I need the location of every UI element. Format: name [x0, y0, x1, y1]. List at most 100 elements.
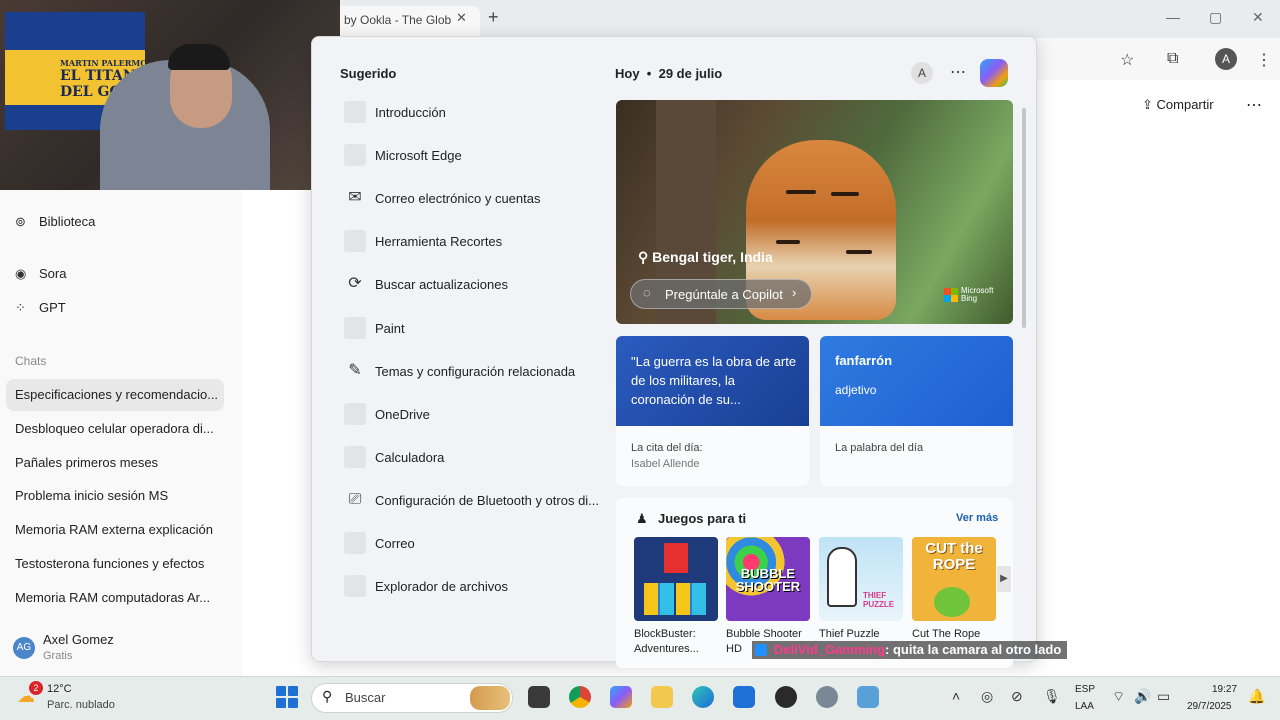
tiger-stripe [831, 192, 859, 196]
share-icon: ⇪ [1142, 97, 1157, 112]
user-avatar[interactable]: AG [13, 637, 35, 659]
chat-item[interactable]: Memoria RAM externa explicación [15, 522, 220, 537]
game-thumb-cut-the-rope[interactable]: CUT the ROPE [912, 537, 996, 621]
games-next-arrow-icon[interactable]: ▶ [997, 566, 1011, 592]
windows-start-button[interactable] [276, 686, 298, 708]
star-icon[interactable]: ☆ [1120, 50, 1134, 70]
suggested-item[interactable]: Explorador de archivos [375, 579, 508, 594]
app-window-icon[interactable] [857, 686, 879, 708]
word-type: adjetivo [835, 383, 877, 397]
games-title: Juegos para ti [658, 511, 747, 526]
profile-avatar[interactable]: A [1215, 48, 1237, 70]
chat-badge-icon [755, 644, 767, 656]
widgets-scrollbar[interactable] [1022, 108, 1026, 328]
chat-item[interactable]: Especificaciones y recomendacio... [15, 387, 220, 402]
sidebar-item-sora[interactable]: ◉ Sora [15, 266, 66, 282]
share-label: Compartir [1156, 97, 1214, 112]
app-icon [344, 575, 366, 597]
chat-item[interactable]: Memoria RAM computadoras Ar... [15, 590, 220, 605]
start-tile [288, 698, 298, 708]
sidebar-item-gpt[interactable]: ⁘ GPT [15, 300, 66, 316]
logo-square [951, 288, 958, 295]
maximize-button[interactable]: ▢ [1209, 9, 1222, 26]
suggested-item[interactable]: Microsoft Edge [375, 148, 462, 163]
chevron-up-icon[interactable]: ˄ [952, 688, 960, 704]
account-avatar[interactable]: A [911, 62, 933, 84]
word-text: fanfarrón [835, 353, 893, 368]
microsoft-logo-icon [944, 288, 958, 302]
notifications-icon[interactable]: 🔔 [1248, 688, 1265, 705]
store-icon[interactable] [733, 686, 755, 708]
suggested-item[interactable]: Configuración de Bluetooth y otros di... [375, 493, 599, 508]
minimize-button[interactable]: — [1166, 9, 1180, 25]
suggested-heading: Sugerido [340, 66, 397, 81]
extensions-icon[interactable]: ⧉ [1167, 50, 1178, 68]
start-tile [276, 686, 286, 696]
network-icon[interactable]: ◎ [981, 688, 993, 705]
chat-item[interactable]: Problema inicio sesión MS [15, 488, 220, 503]
tab-close-icon[interactable]: ✕ [456, 10, 467, 26]
chat-item[interactable]: Desbloqueo celular operadora di... [15, 421, 220, 436]
ask-copilot-button[interactable]: Pregúntale a Copilot [630, 279, 812, 309]
new-tab-button[interactable]: + [488, 7, 499, 28]
blocks-art [644, 583, 708, 615]
weather-notification-badge: 2 [29, 681, 43, 695]
volume-icon[interactable]: 🔊 [1134, 688, 1151, 705]
suggested-item[interactable]: Buscar actualizaciones [375, 277, 508, 292]
copilot-taskbar-icon[interactable] [610, 686, 632, 708]
word-label: La palabra del día [835, 442, 924, 454]
file-explorer-icon[interactable] [651, 686, 673, 708]
game-name: Cut The Rope [912, 628, 981, 640]
sora-icon: ◉ [15, 266, 27, 281]
suggested-item[interactable]: Correo [375, 536, 415, 551]
date-heading: Hoy • 29 de julio [615, 66, 722, 81]
share-button[interactable]: ⇪ Compartir [1142, 97, 1214, 113]
microphone-icon[interactable]: 🎙 [1043, 688, 1061, 705]
chat-item[interactable]: Pañales primeros meses [15, 455, 220, 470]
quote-text: "La guerra es la obra de arte de los mil… [631, 354, 797, 407]
suggested-item[interactable]: Paint [375, 321, 405, 336]
edge-icon[interactable] [692, 686, 714, 708]
clock-date[interactable]: 29/7/2025 [1187, 701, 1232, 712]
language-indicator[interactable]: ESP [1075, 684, 1095, 695]
close-window-button[interactable]: ✕ [1252, 9, 1264, 26]
suggested-item[interactable]: Calculadora [375, 450, 444, 465]
keyboard-layout[interactable]: LAA [1075, 701, 1094, 712]
sidebar-item-label: GPT [39, 300, 66, 315]
word-of-day-card[interactable]: fanfarrón adjetivo La palabra del día [820, 336, 1013, 486]
game-thumb-bubble-shooter[interactable]: BUBBLE SHOOTER [726, 537, 810, 621]
task-view-icon[interactable] [528, 686, 550, 708]
sidebar-item-library[interactable]: ⊚ Biblioteca [15, 214, 95, 230]
clock-time[interactable]: 19:27 [1212, 684, 1237, 695]
library-icon: ⊚ [15, 214, 26, 229]
page-more-button[interactable]: ⋯ [1246, 95, 1262, 115]
weather-temperature[interactable]: 12°C [47, 683, 72, 695]
sidebar-item-label: Biblioteca [39, 214, 96, 229]
quote-of-day-card[interactable]: "La guerra es la obra de arte de los mil… [616, 336, 809, 486]
widgets-more-button[interactable]: ⋯ [950, 62, 966, 82]
copilot-icon[interactable] [980, 59, 1008, 87]
game-thumb-blockbuster[interactable] [634, 537, 718, 621]
settings-icon[interactable] [816, 686, 838, 708]
vpn-icon[interactable]: ⊘ [1011, 688, 1023, 705]
date-value: 29 de julio [658, 66, 723, 81]
suggested-item[interactable]: Introducción [375, 105, 446, 120]
suggested-item[interactable]: Correo electrónico y cuentas [375, 191, 540, 206]
hero-location: ⚲ Bengal tiger, India [638, 249, 773, 266]
wifi-icon[interactable]: ⌔ [1112, 688, 1125, 706]
chat-item[interactable]: Testosterona funciones y efectos [15, 556, 220, 571]
chrome-icon[interactable] [569, 686, 591, 708]
logo-square [944, 288, 951, 295]
app-icon[interactable] [775, 686, 797, 708]
see-more-link[interactable]: Ver más [956, 512, 998, 524]
suggested-item[interactable]: OneDrive [375, 407, 430, 422]
bubble-shooter-logo: BUBBLE SHOOTER [735, 566, 801, 594]
taskbar [0, 676, 1280, 720]
battery-icon[interactable]: ▭ [1157, 688, 1170, 705]
app-icon: ⟳ [348, 275, 362, 292]
suggested-item[interactable]: Herramienta Recortes [375, 234, 502, 249]
user-profile-row[interactable] [0, 626, 242, 676]
browser-menu-icon[interactable]: ⋮ [1256, 50, 1272, 70]
game-thumb-thief-puzzle[interactable]: THIEF PUZZLE [819, 537, 903, 621]
suggested-item[interactable]: Temas y configuración relacionada [375, 364, 575, 379]
